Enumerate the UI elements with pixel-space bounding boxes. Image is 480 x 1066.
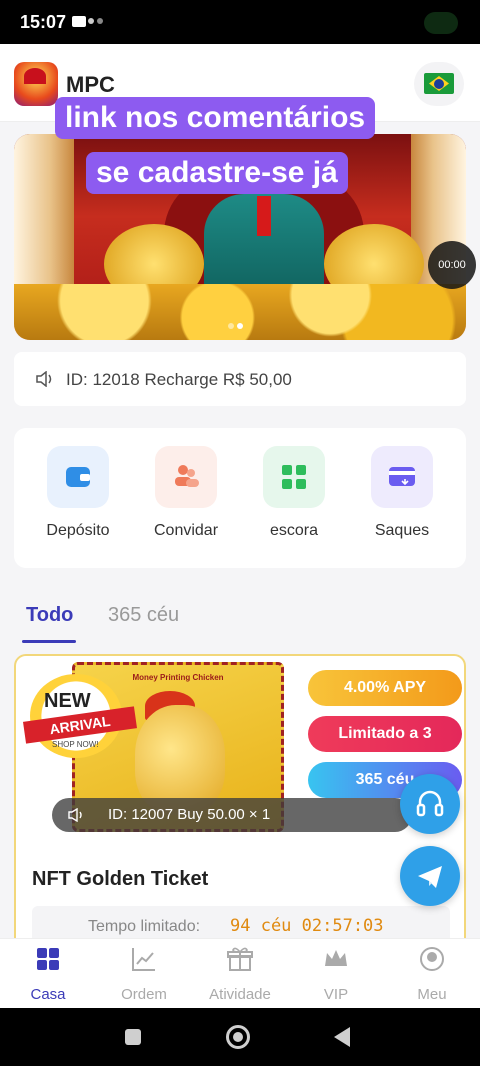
battery-pill-icon [424, 12, 458, 34]
nav-home[interactable]: Casa [0, 945, 96, 1003]
video-caption-overlay: link nos comentários se cadastre-se já [0, 96, 480, 206]
nav-vip-label: VIP [323, 986, 349, 1003]
withdraw-label: Saques [374, 522, 430, 539]
profile-icon [420, 947, 444, 971]
quick-actions: Depósito Convidar escora Saques [14, 428, 466, 568]
card-icon [371, 446, 433, 508]
nav-orders[interactable]: Ordem [96, 945, 192, 1003]
caption-line: se cadastre-se já [86, 152, 348, 194]
limited-time-label: Tempo limitado: [88, 918, 201, 935]
toast-text: ID: 12007 Buy 50.00 × 1 [108, 806, 271, 823]
nav-activity-label: Atividade [209, 986, 271, 1003]
purchase-toast: ID: 12007 Buy 50.00 × 1 [52, 798, 412, 832]
chart-icon [132, 948, 155, 971]
invite-button[interactable]: Convidar [136, 446, 236, 540]
caption-line: link nos comentários [55, 97, 376, 139]
home-button[interactable] [226, 1025, 250, 1049]
recent-apps-button[interactable] [125, 1029, 141, 1045]
back-button[interactable] [334, 1027, 350, 1047]
deposit-button[interactable]: Depósito [28, 446, 128, 540]
notification-dot-icon [88, 18, 94, 24]
limit-badge: Limitado a 3 [308, 716, 462, 752]
badge-new-text: NEW [44, 690, 91, 712]
tab-all[interactable]: Todo [26, 604, 73, 627]
headset-icon [416, 790, 444, 817]
bottom-navigation: Casa Ordem Atividade VIP Meu [0, 938, 480, 1008]
nav-home-label: Casa [30, 986, 66, 1003]
video-timer[interactable]: 00:00 [428, 241, 476, 289]
brazil-flag-icon [424, 73, 454, 94]
app-title: MPC [66, 72, 115, 97]
countdown-timer: 94 céu 02:57:03 [230, 916, 384, 936]
telegram-button[interactable] [400, 846, 460, 906]
status-bar: 15:07 [0, 0, 480, 44]
ticket-title: Money Printing Chicken [132, 673, 224, 682]
carousel-indicator[interactable] [228, 316, 252, 329]
speaker-icon [36, 371, 52, 387]
tab-365-days[interactable]: 365 céu [108, 604, 179, 627]
nav-orders-label: Ordem [121, 986, 167, 1003]
notice-bar: ID: 12018 Recharge R$ 50,00 [14, 352, 466, 406]
withdraw-button[interactable]: Saques [352, 446, 452, 540]
system-navigation-bar [0, 1008, 480, 1066]
notice-text: ID: 12018 Recharge R$ 50,00 [66, 370, 292, 389]
product-name: NFT Golden Ticket [32, 868, 209, 890]
active-tab-indicator [22, 640, 76, 643]
nav-activity[interactable]: Atividade [192, 945, 288, 1003]
users-icon [155, 446, 217, 508]
recording-icon [72, 16, 86, 27]
grid-icon [263, 446, 325, 508]
status-time: 15:07 [20, 12, 67, 32]
badge-shop-text: SHOP NOW! [52, 740, 99, 749]
nav-profile-label: Meu [417, 986, 447, 1003]
product-tabs: Todo 365 céu [0, 596, 480, 646]
nav-profile[interactable]: Meu [384, 945, 480, 1003]
deposit-label: Depósito [46, 522, 110, 539]
score-label: escora [269, 522, 319, 539]
invite-label: Convidar [153, 522, 219, 539]
score-button[interactable]: escora [244, 446, 344, 540]
customer-support-button[interactable] [400, 774, 460, 834]
nav-vip[interactable]: VIP [288, 945, 384, 1003]
gift-icon [227, 947, 253, 971]
new-arrival-badge: NEW ARRIVAL SHOP NOW! [23, 674, 137, 758]
speaker-icon [68, 808, 82, 822]
wallet-icon [47, 446, 109, 508]
telegram-icon [418, 866, 442, 888]
home-grid-icon [37, 948, 59, 970]
crown-icon [325, 950, 347, 966]
apy-badge: 4.00% APY [308, 670, 462, 706]
notification-dot-icon [97, 18, 103, 24]
